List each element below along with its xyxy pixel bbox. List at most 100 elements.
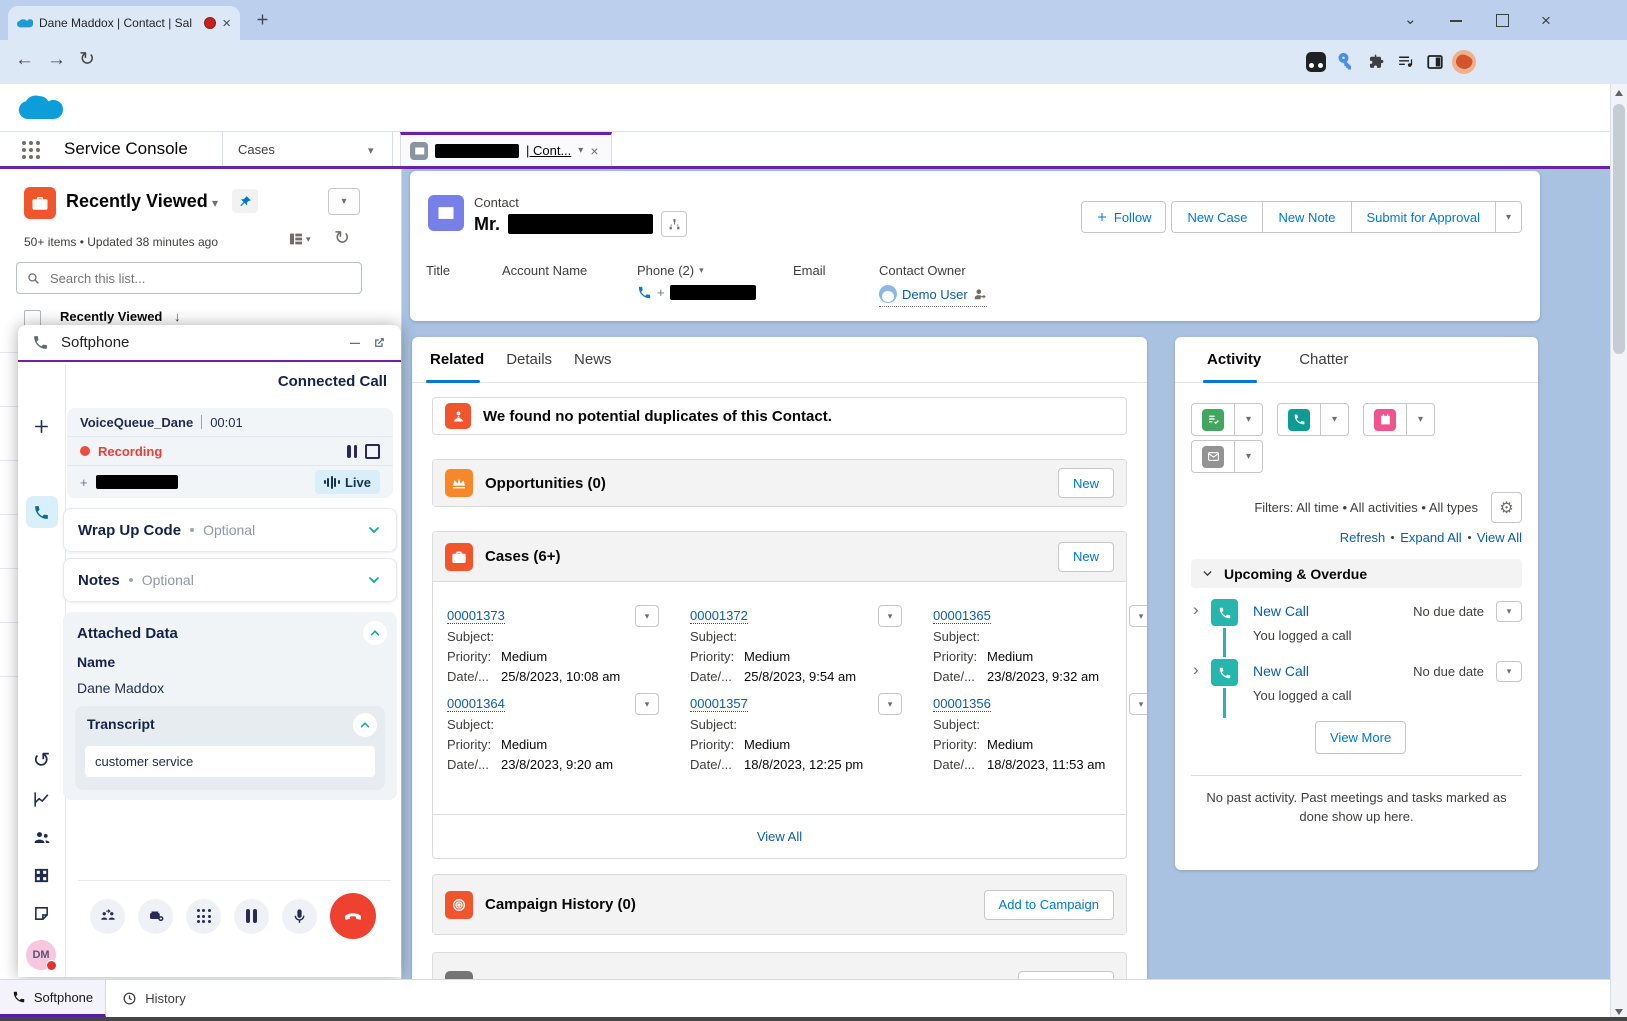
list-search[interactable] [16,262,362,294]
owner-link[interactable]: Demo User [902,287,968,302]
phone-value-icon[interactable] [637,285,652,300]
timeline-caret-button[interactable]: ▾ [1496,661,1522,682]
refresh-list-icon[interactable]: ↻ [334,227,350,250]
view-all-link[interactable]: View All [1477,530,1522,545]
extension-darkreader-icon[interactable] [1306,52,1326,72]
split-screen-icon[interactable] [1426,53,1444,71]
opportunities-new-button[interactable]: New [1058,468,1114,498]
notes-chevron-down-icon[interactable] [366,572,382,588]
case-link[interactable]: 00001365 [933,608,991,624]
task-caret-icon[interactable]: ▾ [1234,404,1262,435]
apps-grid-icon[interactable] [18,867,65,884]
forward-icon[interactable]: → [47,50,66,69]
email-button[interactable] [1192,441,1234,472]
log-call-button[interactable] [1278,404,1320,435]
activity-settings-button[interactable]: ⚙ [1491,492,1522,523]
live-transcript-chip[interactable]: Live [315,470,380,494]
tab-related[interactable]: Related [426,351,502,382]
case-caret-button[interactable]: ▾ [1129,605,1147,627]
window-minimize-icon[interactable] [1450,20,1462,22]
utility-softphone-tab[interactable]: Softphone [0,980,106,1017]
refresh-link[interactable]: Refresh [1340,530,1386,545]
expand-all-link[interactable]: Expand All [1400,530,1461,545]
metrics-icon[interactable] [18,790,65,809]
upcoming-overdue-header[interactable]: Upcoming & Overdue [1191,559,1522,588]
expand-chevron-icon[interactable]: › [1193,601,1199,618]
case-link[interactable]: 00001364 [447,696,505,712]
tab-search-chevron-icon[interactable]: ⌄ [1404,10,1417,28]
attached-data-chevron-up-icon[interactable] [363,621,387,645]
partial-section-button[interactable] [1018,971,1114,979]
tab-details[interactable]: Details [502,351,570,382]
cases-new-button[interactable]: New [1058,542,1114,572]
new-note-button[interactable]: New Note [1262,202,1350,232]
list-title-caret-icon[interactable]: ▾ [212,196,218,210]
expand-chevron-icon[interactable]: › [1193,661,1199,678]
transfer-call-button[interactable] [90,899,125,934]
more-actions-caret-icon[interactable]: ▾ [1495,202,1521,232]
hold-button[interactable] [234,899,269,934]
cases-tab-caret-icon[interactable]: ▾ [368,144,374,157]
back-icon[interactable]: ← [15,50,34,69]
list-column-header[interactable]: Recently Viewed ↓ [60,309,181,324]
list-search-input[interactable] [48,270,351,287]
case-caret-button[interactable]: ▾ [1129,693,1147,715]
extensions-puzzle-icon[interactable] [1366,52,1385,71]
cases-view-all-link[interactable]: View All [433,829,1126,844]
case-caret-button[interactable]: ▾ [635,605,659,627]
browser-profile-avatar[interactable] [1452,50,1476,74]
reload-icon[interactable]: ↻ [79,50,95,69]
case-link[interactable]: 00001357 [690,696,748,712]
phone-caret-icon[interactable]: ▾ [699,265,704,276]
event-caret-icon[interactable]: ▾ [1406,404,1434,435]
mute-button[interactable] [282,899,317,934]
softphone-minimize-icon[interactable]: – [350,332,360,353]
new-event-button[interactable] [1364,404,1406,435]
case-link[interactable]: 00001373 [447,608,505,624]
list-actions-dropdown[interactable]: ▾ [328,188,360,215]
audio-device-button[interactable] [138,899,173,934]
pause-recording-icon[interactable] [347,445,357,458]
email-caret-icon[interactable]: ▾ [1234,441,1262,472]
timeline-title-link[interactable]: New Call [1253,663,1309,679]
case-caret-button[interactable]: ▾ [878,605,902,627]
submit-approval-button[interactable]: Submit for Approval [1351,202,1495,232]
stop-recording-icon[interactable] [365,444,380,459]
tab-chatter[interactable]: Chatter [1295,351,1366,382]
notes-section[interactable]: Notes Optional [63,558,397,602]
new-tab-button[interactable] [254,11,271,28]
change-owner-icon[interactable] [973,287,987,301]
hierarchy-button[interactable] [661,211,687,237]
new-task-button[interactable] [1192,404,1234,435]
tab-news[interactable]: News [570,351,630,382]
phone-tab-icon[interactable] [18,496,65,528]
window-maximize-icon[interactable] [1496,14,1509,27]
nav-tab-cases[interactable]: Cases [238,142,275,157]
tab-activity[interactable]: Activity [1203,351,1279,382]
softphone-popout-icon[interactable] [372,335,387,350]
transcript-chevron-up-icon[interactable] [353,713,377,737]
case-caret-button[interactable]: ▾ [635,693,659,715]
window-close-icon[interactable]: × [1541,11,1551,31]
page-scrollbar[interactable] [1610,84,1627,1021]
new-case-button[interactable]: New Case [1172,202,1262,232]
timeline-caret-button[interactable]: ▾ [1496,601,1522,622]
notes-icon[interactable] [18,905,65,922]
pin-button[interactable] [232,189,258,213]
timeline-title-link[interactable]: New Call [1253,603,1309,619]
wrap-up-code-section[interactable]: Wrap Up Code Optional [63,508,397,552]
reading-list-icon[interactable] [1396,53,1415,70]
scroll-down-arrow[interactable] [1615,1009,1623,1015]
history-icon[interactable]: ↺ [18,748,65,773]
case-link[interactable]: 00001372 [690,608,748,624]
active-tab-close-icon[interactable]: × [590,143,598,159]
active-contact-tab[interactable]: | Cont... ▾ × [400,132,612,166]
scroll-up-arrow[interactable] [1615,90,1623,96]
agent-avatar[interactable]: DM [26,940,56,970]
utility-history-tab[interactable]: History [106,980,202,1017]
follow-button[interactable]: Follow [1081,201,1167,233]
browser-tab[interactable]: Dane Maddox | Contact | Sal × [8,6,240,40]
add-icon[interactable] [18,417,65,436]
active-tab-caret-icon[interactable]: ▾ [578,145,583,156]
case-link[interactable]: 00001356 [933,696,991,712]
